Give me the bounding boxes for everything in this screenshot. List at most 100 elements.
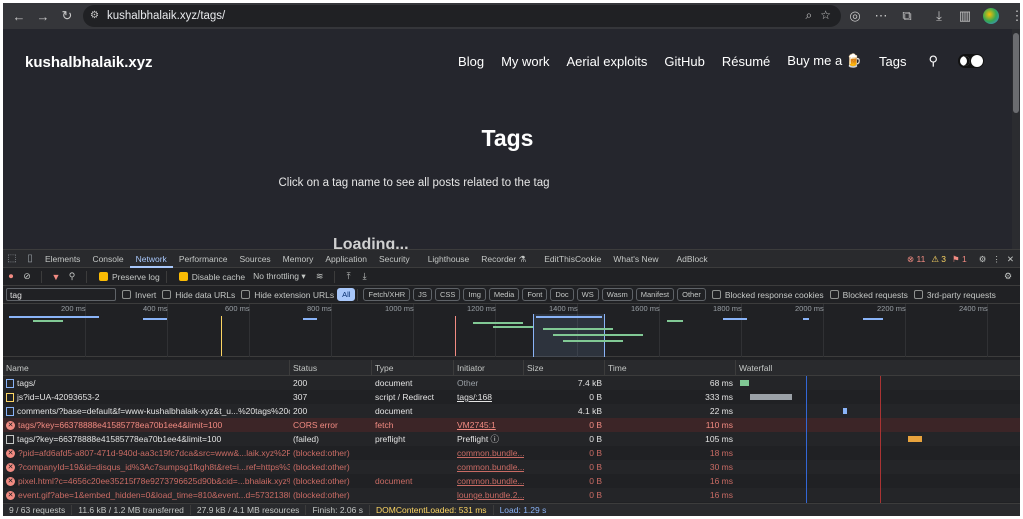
extensions-puzzle-icon[interactable]: ⧉ — [895, 4, 919, 28]
filter-chip-wasm[interactable]: Wasm — [601, 288, 633, 301]
table-row[interactable]: tags/?key=66378888e41585778ea70b1ee4&lim… — [3, 432, 1020, 446]
table-row[interactable]: ✕ tags/?key=66378888e41585778ea70b1ee4&li… — [3, 418, 1020, 432]
request-initiator-link[interactable]: lounge.bundle.2... — [454, 490, 524, 500]
filter-chip-all[interactable]: All — [337, 288, 356, 301]
table-row[interactable]: ✕ event.gif?abe=1&embed_hidden=0&load_tim… — [3, 488, 1020, 502]
nav-aerial-exploits[interactable]: Aerial exploits — [566, 54, 647, 69]
filter-chip-media[interactable]: Media — [488, 288, 520, 301]
tab-network[interactable]: Network — [129, 250, 173, 268]
network-conditions-icon[interactable]: ≋ — [312, 271, 328, 282]
table-row[interactable]: tags/ 200 document Other 7.4 kB 68 ms — [3, 376, 1020, 390]
theme-toggle[interactable] — [958, 54, 984, 68]
search-icon[interactable]: ⚲ — [64, 271, 80, 282]
error-count-badge[interactable]: ⊗ 11 — [907, 254, 925, 265]
tab-sources[interactable]: Sources — [233, 250, 276, 268]
tab-memory[interactable]: Memory — [277, 250, 320, 268]
column-header-name[interactable]: Name — [3, 360, 290, 375]
table-row[interactable]: ✕ ?pid=afd6afd5-a807-471d-940d-aa3c19fc7d… — [3, 446, 1020, 460]
tab-console[interactable]: Console — [86, 250, 129, 268]
record-icon[interactable]: ⏺ — [3, 271, 19, 282]
clear-icon[interactable]: ⊘ — [19, 271, 35, 282]
tab-adblock[interactable]: AdBlock — [670, 250, 713, 268]
blocked-cookies-checkbox[interactable] — [711, 290, 721, 299]
preserve-log-checkbox[interactable] — [99, 272, 108, 281]
nav-my-work[interactable]: My work — [501, 54, 549, 69]
hide-data-urls-checkbox[interactable] — [162, 290, 172, 299]
warning-count-badge[interactable]: ⚠ 3 — [931, 254, 946, 265]
request-initiator-link[interactable]: common.bundle... — [454, 462, 524, 472]
nav-buy-me-a-beer[interactable]: Buy me a 🍺 — [787, 53, 862, 69]
column-header-initiator[interactable]: Initiator — [454, 360, 524, 375]
devtools-menu-icon[interactable]: ⋮ — [992, 254, 1001, 265]
zoom-icon[interactable]: ⌕ — [806, 8, 813, 23]
table-row[interactable]: comments/?base=default&f=www-kushalbhala… — [3, 404, 1020, 418]
export-har-icon[interactable]: ⤓ — [357, 271, 373, 282]
profile-button[interactable] — [979, 4, 1003, 28]
column-header-size[interactable]: Size — [524, 360, 605, 375]
request-initiator-link[interactable]: common.bundle... — [454, 476, 524, 486]
tab-recorder[interactable]: Recorder ⚗ — [475, 250, 532, 268]
extension-icon[interactable]: ◎ — [843, 4, 867, 28]
forward-icon[interactable]: → — [31, 4, 55, 28]
nav-tags[interactable]: Tags — [879, 54, 906, 69]
device-toolbar-icon[interactable]: ▯ — [21, 253, 39, 264]
reload-icon[interactable]: ↻ — [55, 4, 79, 28]
disable-cache-checkbox[interactable] — [178, 272, 188, 281]
filter-chip-js[interactable]: JS — [413, 288, 432, 301]
filter-input[interactable] — [6, 288, 116, 301]
filter-chip-doc[interactable]: Doc — [550, 288, 574, 301]
filter-icon[interactable]: ▼ — [48, 272, 64, 282]
nav-github[interactable]: GitHub — [664, 54, 704, 69]
tab-elements[interactable]: Elements — [39, 250, 86, 268]
hide-extension-urls-checkbox[interactable] — [241, 290, 251, 299]
site-title[interactable]: kushalbhalaik.xyz — [25, 54, 153, 71]
scrollbar-thumb[interactable] — [1013, 33, 1019, 113]
third-party-checkbox[interactable] — [913, 290, 923, 299]
blocked-requests-checkbox[interactable] — [829, 290, 839, 299]
request-initiator-link[interactable]: tags/:168 — [454, 392, 524, 402]
site-info-icon[interactable]: ⚙ — [90, 10, 102, 22]
address-bar[interactable]: ⚙ kushalbhalaik.xyz/tags/ ⌕ ☆ — [83, 5, 841, 27]
tab-editthiscookie[interactable]: EditThisCookie — [538, 250, 607, 268]
table-row[interactable]: js?id=UA-42093653-2 307 script / Redirec… — [3, 390, 1020, 404]
request-initiator-link[interactable]: VM2745:1 — [454, 420, 524, 430]
column-header-type[interactable]: Type — [372, 360, 454, 375]
search-icon[interactable]: ⚲ — [928, 53, 938, 69]
bookmark-star-icon[interactable]: ☆ — [820, 8, 831, 23]
column-header-status[interactable]: Status — [290, 360, 372, 375]
page-scrollbar[interactable] — [1012, 29, 1020, 249]
settings-gear-icon[interactable]: ⚙ — [979, 254, 987, 265]
throttling-select[interactable]: No throttling ▾ — [253, 271, 306, 282]
filter-chip-css[interactable]: CSS — [434, 288, 461, 301]
request-initiator-link[interactable]: common.bundle... — [454, 448, 524, 458]
column-header-waterfall[interactable]: Waterfall — [736, 360, 1018, 374]
column-header-time[interactable]: Time — [605, 360, 736, 375]
invert-checkbox[interactable] — [122, 290, 131, 299]
download-icon[interactable]: ⤓ — [927, 4, 951, 28]
tab-performance[interactable]: Performance — [173, 250, 234, 268]
tab-whats-new[interactable]: What's New — [607, 250, 664, 268]
nav-resume[interactable]: Résumé — [722, 54, 770, 69]
filter-chip-ws[interactable]: WS — [576, 288, 599, 301]
network-settings-icon[interactable]: ⚙ — [1000, 271, 1016, 282]
extension-more-icon[interactable]: ⋯ — [869, 4, 893, 28]
request-initiator[interactable]: Preflight ⓘ — [454, 433, 524, 445]
filter-chip-manifest[interactable]: Manifest — [635, 288, 675, 301]
back-icon[interactable]: ← — [7, 4, 31, 28]
inspect-element-icon[interactable]: ⬚ — [3, 253, 21, 264]
table-row[interactable]: ✕ ?companyId=19&id=disqus_id%3Ac7sumpsg1f… — [3, 460, 1020, 474]
nav-blog[interactable]: Blog — [458, 54, 484, 69]
import-har-icon[interactable]: ⤒ — [341, 271, 357, 282]
filter-chip-other[interactable]: Other — [677, 288, 706, 301]
table-row[interactable]: ✕ pixel.html?c=4656c20ee35215f78e92737966… — [3, 474, 1020, 488]
close-devtools-icon[interactable]: ✕ — [1007, 254, 1014, 265]
menu-kebab-icon[interactable]: ⋮ — [1005, 4, 1021, 28]
filter-chip-font[interactable]: Font — [522, 288, 548, 301]
side-panel-icon[interactable]: ▥ — [953, 4, 977, 28]
issue-count-badge[interactable]: ⚑ 1 — [952, 254, 967, 265]
tab-security[interactable]: Security — [373, 250, 416, 268]
filter-chip-img[interactable]: Img — [463, 288, 486, 301]
tab-lighthouse[interactable]: Lighthouse — [422, 250, 476, 268]
tab-application[interactable]: Application — [319, 250, 373, 268]
network-overview[interactable]: 200 ms 400 ms 600 ms 800 ms 1000 ms 1200… — [3, 304, 1020, 357]
